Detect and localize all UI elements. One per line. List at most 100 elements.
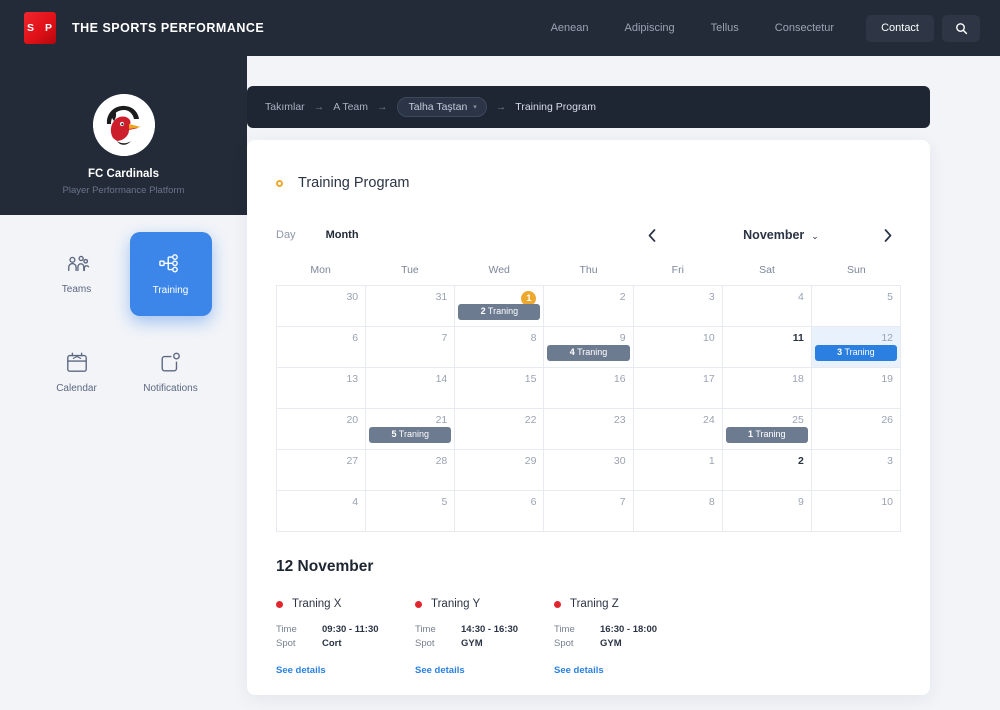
sidebar-item-label: Training [152,285,189,296]
current-month-label: November [743,228,805,242]
calendar-day-cell[interactable]: 3 [633,286,723,327]
calendar-day-cell[interactable]: 5 [366,491,456,532]
calendar-day-cell[interactable]: 28 [366,450,456,491]
day-event-pill[interactable]: 4 Traning [547,345,630,361]
day-number: 10 [703,332,715,344]
day-number: 1 [708,455,715,467]
sidebar-item-calendar[interactable]: Calendar [36,330,118,414]
sidebar-item-teams[interactable]: Teams [36,232,118,316]
calendar-day-cell[interactable]: 10 [633,327,723,368]
calendar-day-cell[interactable]: 15 [455,368,545,409]
club-subtitle: Player Performance Platform [62,185,185,196]
sidebar-item-training[interactable]: Training [129,232,212,316]
nav-item-0[interactable]: Aenean [533,22,607,34]
brand-title: THE SPORTS PERFORMANCE [72,21,265,35]
calendar-day-cell[interactable]: 8 [455,327,545,368]
calendar-day-cell[interactable]: 10 [811,491,901,532]
calendar-day-cell[interactable]: 27 [277,450,367,491]
see-details-link[interactable]: See details [554,665,604,676]
calendar-day-cell[interactable]: 2 [722,450,812,491]
day-number: 12 [881,332,893,344]
calendar-day-cell[interactable]: 4 [722,286,812,327]
calendar-day-cell[interactable]: 6 [455,491,545,532]
chevron-down-icon: ▾ [473,104,477,111]
event-spot-label: Spot [276,638,296,649]
calendar-day-cell[interactable]: 20 [277,409,367,450]
search-button[interactable] [942,14,980,42]
contact-button[interactable]: Contact [866,14,934,42]
event-list: Traning X Time 09:30 - 11:30 Spot Cort See de… [276,598,901,678]
main-nav: Aenean Adipiscing Tellus Consectetur Con… [533,14,1000,42]
see-details-link[interactable]: See details [276,665,326,676]
day-number: 4 [798,291,804,303]
brand[interactable]: S P THE SPORTS PERFORMANCE [24,12,264,44]
nav-item-2[interactable]: Tellus [693,22,757,34]
event-spot-value: GYM [461,638,483,649]
calendar-day-cell[interactable]: 94 Traning [544,327,634,368]
current-month-dropdown[interactable]: November ⌄ [717,228,845,242]
calendar-day-cell[interactable]: 25 1 Traning [722,409,812,450]
top-header: S P THE SPORTS PERFORMANCE Aenean Adipis… [0,0,1000,56]
day-event-pill[interactable]: 1 Traning [725,427,808,443]
breadcrumb-player-dropdown[interactable]: Talha Taştan ▾ [396,97,487,117]
calendar-day-cell[interactable]: 12 3 Traning [811,327,901,368]
event-time-label: Time [276,624,297,635]
calendar-day-cell[interactable]: 6 [277,327,367,368]
calendar-day-cell[interactable]: 9 [722,491,812,532]
day-event-pill[interactable]: 5 Traning [369,427,452,443]
calendar-day-cell[interactable]: 5 [811,286,901,327]
calendar-day-cell[interactable]: 3 [811,450,901,491]
weekday-label: Fri [671,264,684,276]
calendar-day-cell[interactable]: 22 [455,409,545,450]
day-number: 4 [352,496,359,508]
calendar-day-cell[interactable]: 23 [544,409,634,450]
event-details: Time 16:30 - 18:00 Spot GYM [554,623,693,651]
calendar-day-cell[interactable]: 16 [544,368,634,409]
calendar-day-cell[interactable]: 13 [277,368,367,409]
view-toggle-day[interactable]: Day [276,229,296,241]
event-time-label: Time [415,624,436,635]
calendar-day-cell[interactable]: 2 [544,286,634,327]
calendar-day-cell[interactable]: 12 Traning [455,286,545,327]
breadcrumb-item-takimlar[interactable]: Takımlar [265,101,305,113]
calendar-day-cell[interactable]: 8 [633,491,723,532]
calendar-day-cell[interactable]: 29 [455,450,545,491]
day-number: 30 [613,455,626,467]
calendar-day-cell[interactable]: 21 5 Traning [366,409,456,450]
calendar-day-cell[interactable]: 24 [633,409,723,450]
calendar-day-cell[interactable]: 30 [544,450,634,491]
calendar-day-cell[interactable]: 17 [633,368,723,409]
see-details-link[interactable]: See details [415,665,465,676]
calendar-day-cell[interactable]: 7 [544,491,634,532]
day-number: 29 [524,455,537,467]
calendar-day-cell[interactable]: 11 [722,327,812,368]
sp-logo-icon: S P [24,12,56,44]
nav-item-1[interactable]: Adipiscing [607,22,693,34]
calendar-day-cell[interactable]: 14 [366,368,456,409]
breadcrumb-item-current: Training Program [515,101,597,113]
day-event-pill[interactable]: 3 Traning [814,345,897,361]
calendar-day-cell[interactable]: 30 [277,286,367,327]
day-number: 16 [613,373,626,385]
breadcrumb-item-a-team[interactable]: A Team [333,101,368,113]
event-time-value: 09:30 - 11:30 [322,624,379,635]
next-month-button[interactable] [875,224,901,246]
breadcrumb: Takımlar → A Team → Talha Taştan ▾ → Tra… [247,86,930,128]
sidebar-item-notifications[interactable]: Notifications [130,330,212,414]
nav-item-3[interactable]: Consectetur [757,22,852,34]
calendar-day-cell[interactable]: 7 [366,327,456,368]
calendar-day-cell[interactable]: 26 [811,409,901,450]
event-time-row: Time 09:30 - 11:30 [276,623,415,637]
event-name: Traning Z [570,598,619,610]
calendar-day-cell[interactable]: 4 [277,491,367,532]
calendar-day-cell[interactable]: 19 [811,368,901,409]
calendar-day-cell[interactable]: 1 [633,450,723,491]
day-number: 2 [798,455,804,467]
calendar-day-cell[interactable]: 31 [366,286,456,327]
prev-month-button[interactable] [639,224,665,246]
day-event-pill[interactable]: 2 Traning [458,304,541,320]
club-name: FC Cardinals [88,168,159,180]
calendar-day-cell[interactable]: 18 [722,368,812,409]
view-toggle-month[interactable]: Month [326,229,359,241]
event-name: Traning Y [431,598,481,610]
